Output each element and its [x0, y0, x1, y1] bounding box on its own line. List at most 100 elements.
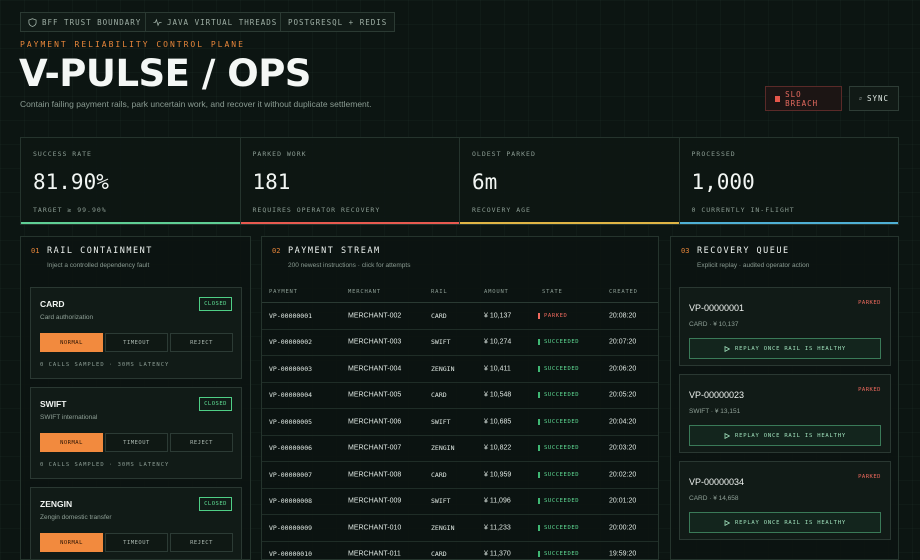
state-badge: SUCCEEDED [538, 471, 579, 478]
slo-breach-label: SLO BREACH [785, 89, 819, 108]
mode-normal-button[interactable]: NORMAL [40, 433, 103, 452]
stat-foot: TARGET ≥ 99.90% [33, 206, 107, 214]
rail-card-card: CARD Card authorization CLOSED NORMAL TI… [30, 287, 242, 379]
mode-normal-button[interactable]: NORMAL [40, 333, 103, 352]
merchant-cell: MERCHANT-008 [348, 471, 402, 479]
column-header-merchant: MERCHANT [348, 288, 381, 295]
stat-foot: RECOVERY AGE [472, 206, 531, 214]
mode-timeout-button[interactable]: TIMEOUT [105, 533, 168, 552]
state-badge: SUCCEEDED [538, 339, 579, 346]
stat-value: 81.90% [33, 170, 109, 194]
created-cell: 19:59:20 [609, 550, 637, 558]
amount-cell: ¥ 11,096 [484, 497, 511, 505]
created-cell: 20:00:20 [609, 524, 637, 532]
table-row[interactable]: VP-00000010 MERCHANT-011 CARD ¥ 11,370 SUCCE… [262, 542, 658, 560]
page-subtitle: Contain failing payment rails, park unce… [20, 99, 372, 109]
amount-cell: ¥ 10,548 [484, 391, 512, 399]
recovery-item: VP-00000034 PARKED CARD · ¥ 14,658 REPLAY O… [679, 461, 891, 540]
chip-postgresql-redis: POSTGRESQL + REDIS [280, 12, 396, 32]
merchant-cell: MERCHANT-009 [348, 497, 402, 505]
mode-normal-button[interactable]: NORMAL [40, 533, 103, 552]
amount-cell: ¥ 10,685 [484, 418, 512, 426]
table-row[interactable]: VP-00000004 MERCHANT-005 CARD ¥ 10,548 SUCCE… [262, 383, 658, 409]
created-cell: 20:01:20 [609, 497, 637, 505]
payment-id-cell: VP-00000003 [269, 364, 313, 373]
panel-title: RAIL CONTAINMENT [47, 246, 153, 256]
chip-java-virtual-threads: JAVA VIRTUAL THREADS [145, 12, 286, 32]
refresh-icon [859, 97, 862, 100]
payment-id-cell: VP-00000010 [269, 550, 313, 559]
rail-cell: ZENGIN [431, 364, 455, 373]
panel-title: RECOVERY QUEUE [697, 246, 790, 256]
rail-cell: CARD [431, 311, 447, 320]
table-row[interactable]: VP-00000007 MERCHANT-008 CARD ¥ 10,959 SUCCE… [262, 462, 658, 489]
replay-button[interactable]: REPLAY ONCE RAIL IS HEALTHY [689, 512, 881, 533]
recovery-meta: SWIFT · ¥ 13,151 [689, 408, 741, 415]
mode-timeout-button[interactable]: TIMEOUT [105, 433, 168, 452]
mode-reject-button[interactable]: REJECT [170, 333, 233, 352]
rail-name: CARD [40, 299, 65, 309]
recovery-payment-id: VP-00000023 [689, 390, 745, 400]
recovery-meta: CARD · ¥ 10,137 [689, 321, 739, 328]
state-badge: SUCCEEDED [538, 445, 579, 452]
created-cell: 20:06:20 [609, 365, 637, 373]
panel-subtitle: Explicit replay · audited operator actio… [697, 262, 810, 269]
rail-description: SWIFT international [40, 414, 98, 421]
merchant-cell: MERCHANT-007 [348, 444, 402, 452]
stat-label: PARKED WORK [252, 150, 307, 158]
sync-button[interactable]: SYNC [849, 86, 899, 111]
payment-id-cell: VP-00000001 [269, 311, 313, 320]
slo-breach-button[interactable]: SLO BREACH [765, 86, 842, 111]
rail-cell: SWIFT [431, 497, 451, 506]
column-header-created: CREATED [609, 288, 638, 295]
rail-card-swift: SWIFT SWIFT international CLOSED NORMAL … [30, 387, 242, 479]
replay-button-label: REPLAY ONCE RAIL IS HEALTHY [734, 345, 846, 352]
stat-processed: PROCESSED 1,000 0 CURRENTLY IN-FLIGHT [679, 138, 898, 224]
table-row[interactable]: VP-00000008 MERCHANT-009 SWIFT ¥ 11,096 SUCC… [262, 489, 658, 515]
mode-reject-button[interactable]: REJECT [170, 533, 233, 552]
payment-id-cell: VP-00000004 [269, 391, 313, 400]
state-badge: SUCCEEDED [538, 418, 579, 425]
table-row[interactable]: VP-00000003 MERCHANT-004 ZENGIN ¥ 10,411 SUC… [262, 356, 658, 383]
payment-stream-panel: 02 PAYMENT STREAM 200 newest instruction… [261, 236, 659, 560]
rail-containment-panel: 01 RAIL CONTAINMENT Inject a controlled … [20, 236, 251, 560]
created-cell: 20:08:20 [609, 312, 637, 320]
table-row[interactable]: VP-00000009 MERCHANT-010 ZENGIN ¥ 11,233 SUC… [262, 515, 658, 542]
stat-oldest-parked: OLDEST PARKED 6m RECOVERY AGE [460, 138, 680, 224]
stat-accent-bar [460, 222, 679, 224]
stat-parked-work: PARKED WORK 181 REQUIRES OPERATOR RECOVE… [240, 138, 460, 224]
state-badge: SUCCEEDED [538, 365, 579, 372]
panel-number: 02 [272, 247, 281, 255]
pulse-icon [153, 18, 162, 26]
replay-button[interactable]: REPLAY ONCE RAIL IS HEALTHY [689, 425, 881, 446]
table-header-row: PAYMENT MERCHANT RAIL AMOUNT STATE CREAT… [262, 281, 658, 303]
payment-id-cell: VP-00000008 [269, 497, 313, 506]
replay-button[interactable]: REPLAY ONCE RAIL IS HEALTHY [689, 338, 881, 359]
amount-cell: ¥ 10,137 [484, 312, 512, 320]
stat-value: 1,000 [691, 170, 755, 194]
table-row[interactable]: VP-00000002 MERCHANT-003 SWIFT ¥ 10,274 SUCC… [262, 330, 658, 356]
merchant-cell: MERCHANT-005 [348, 391, 402, 399]
play-icon [724, 519, 730, 526]
table-row[interactable]: VP-00000001 MERCHANT-002 CARD ¥ 10,137 PARKE… [262, 303, 658, 330]
table-row[interactable]: VP-00000006 MERCHANT-007 ZENGIN ¥ 10,822 SUC… [262, 436, 658, 462]
table-row[interactable]: VP-00000005 MERCHANT-006 SWIFT ¥ 10,685 SUCC… [262, 409, 658, 436]
sync-label: SYNC [866, 94, 889, 103]
state-badge: SUCCEEDED [538, 551, 579, 558]
created-cell: 20:07:20 [609, 338, 637, 346]
rail-cell: SWIFT [431, 417, 451, 426]
rail-description: Card authorization [40, 314, 94, 321]
mode-timeout-button[interactable]: TIMEOUT [105, 333, 168, 352]
stat-accent-bar [679, 222, 898, 224]
recovery-queue-panel: 03 RECOVERY QUEUE Explicit replay · audi… [670, 236, 899, 560]
chip-label: BFF TRUST BOUNDARY [42, 17, 142, 27]
mode-reject-button[interactable]: REJECT [170, 433, 233, 452]
recovery-payment-id: VP-00000001 [689, 303, 745, 313]
circuit-status-badge: CLOSED [199, 497, 232, 511]
stats-strip: SUCCESS RATE 81.90% TARGET ≥ 99.90% PARK… [20, 137, 899, 225]
stat-foot: 0 CURRENTLY IN-FLIGHT [691, 206, 795, 214]
circuit-status-badge: CLOSED [199, 297, 232, 311]
created-cell: 20:02:20 [609, 471, 637, 479]
merchant-cell: MERCHANT-002 [348, 312, 402, 320]
payment-id-cell: VP-00000009 [269, 523, 313, 532]
